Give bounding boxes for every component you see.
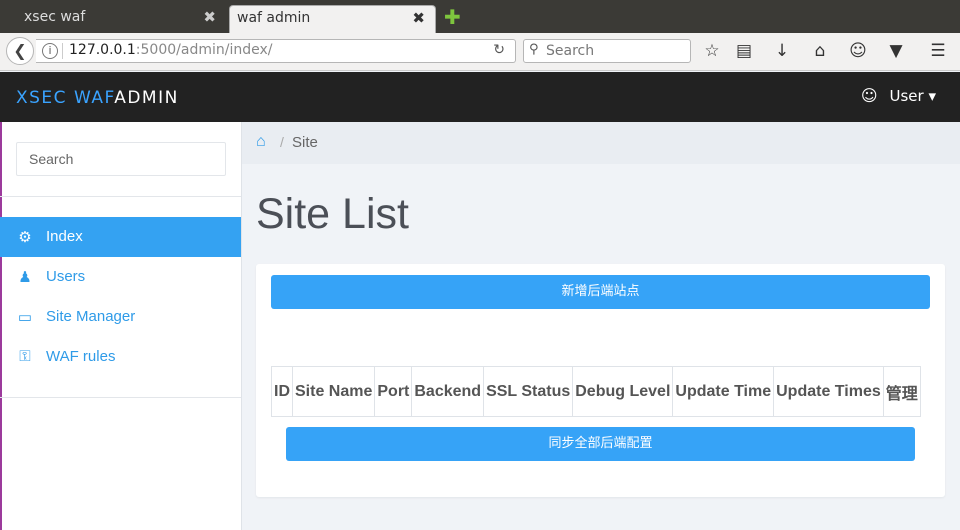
emoji-icon[interactable]: ☺ (847, 41, 869, 61)
add-backend-site-button[interactable]: 新增后端站点 (271, 275, 930, 309)
close-icon[interactable]: ✖ (412, 9, 425, 27)
breadcrumb-separator: / (280, 134, 284, 150)
url-divider (62, 43, 63, 59)
column-header-site-name[interactable]: Site Name (291, 366, 376, 417)
browser-tab-xsec-waf[interactable]: xsec waf ✖ (0, 5, 226, 33)
sidebar-item-label: Users (46, 268, 86, 285)
browser-toolbar: ❮ i 127.0.0.1:5000/admin/index/ ↻ ⚲ ☆ ▤ … (0, 33, 960, 71)
column-header-update-time[interactable]: Update Time (672, 366, 775, 417)
sidebar-item-label: Site Manager (46, 308, 136, 325)
column-header-id[interactable]: ID (271, 366, 293, 417)
user-icon: ☺ (860, 86, 878, 105)
sidebar-item-waf-rules[interactable]: ⚿ WAF rules (0, 337, 241, 377)
table-header-row: ID Site Name Port Backend SSL Status Deb… (271, 366, 921, 417)
browser-search-bar[interactable]: ⚲ (523, 39, 691, 63)
sidebar-divider (0, 397, 241, 398)
column-header-port[interactable]: Port (374, 366, 413, 417)
user-icon: ♟ (18, 269, 32, 286)
column-header-update-times[interactable]: Update Times (773, 366, 884, 417)
home-icon[interactable]: ⌂ (256, 133, 266, 151)
tab-title: waf admin (237, 10, 311, 26)
breadcrumb-current: Site (292, 134, 318, 151)
user-menu[interactable]: ☺ User ▾ (861, 86, 936, 105)
sidebar-item-label: Index (46, 228, 83, 245)
user-menu-label: User ▾ (889, 87, 937, 105)
page-title: Site List (256, 190, 409, 238)
sidebar-search-input[interactable] (16, 142, 226, 176)
new-tab-icon[interactable]: ✚ (444, 5, 461, 29)
browser-tab-waf-admin[interactable]: waf admin ✖ (229, 5, 436, 33)
url-bar[interactable]: i 127.0.0.1:5000/admin/index/ ↻ (36, 39, 516, 63)
tab-title: xsec waf (24, 9, 86, 25)
app-header: XSEC WAFADMIN ☺ User ▾ (0, 72, 960, 122)
sidebar-item-site-manager[interactable]: ▭ Site Manager (0, 297, 241, 337)
search-icon: ⚲ (529, 42, 539, 57)
breadcrumb: ⌂ / Site (242, 122, 960, 164)
brand-accent: XSEC WAF (16, 88, 115, 108)
site-table: ID Site Name Port Backend SSL Status Deb… (271, 366, 921, 417)
reading-list-icon[interactable]: ▤ (733, 41, 755, 61)
site-list-panel: 新增后端站点 ID Site Name Port Backend SSL Sta… (256, 264, 945, 497)
browser-search-input[interactable] (546, 41, 686, 61)
reload-icon[interactable]: ↻ (493, 42, 505, 58)
sidebar: ⚙ Index ♟ Users ▭ Site Manager ⚿ WAF rul… (0, 122, 242, 530)
column-header-manage[interactable]: 管理 (882, 366, 921, 417)
lock-icon: ⚿ (19, 348, 31, 365)
url-host: 127.0.0.1 (69, 42, 136, 58)
sidebar-item-label: WAF rules (46, 348, 116, 365)
brand-main: ADMIN (114, 88, 179, 108)
sidebar-divider (0, 196, 241, 197)
menu-icon[interactable]: ☰ (927, 41, 949, 61)
url-text[interactable]: 127.0.0.1:5000/admin/index/ (69, 42, 272, 58)
back-arrow-icon[interactable]: ❮ (6, 37, 34, 65)
browser-tab-strip: xsec waf ✖ waf admin ✖ ✚ (0, 0, 960, 33)
info-icon[interactable]: i (42, 43, 58, 59)
sidebar-item-users[interactable]: ♟ Users (0, 257, 241, 297)
close-icon[interactable]: ✖ (203, 8, 216, 26)
url-path: :5000/admin/index/ (135, 42, 273, 58)
pocket-icon[interactable]: ▼ (885, 41, 907, 61)
column-header-ssl-status[interactable]: SSL Status (483, 366, 574, 417)
gear-icon: ⚙ (18, 229, 32, 246)
monitor-icon: ▭ (17, 309, 33, 326)
home-icon[interactable]: ⌂ (809, 41, 831, 61)
sync-all-backends-button[interactable]: 同步全部后端配置 (286, 427, 915, 461)
column-header-backend[interactable]: Backend (411, 366, 485, 417)
star-icon[interactable]: ☆ (701, 41, 723, 61)
download-icon[interactable]: ↓ (771, 41, 793, 61)
sidebar-item-index[interactable]: ⚙ Index (0, 217, 241, 257)
column-header-debug-level[interactable]: Debug Level (572, 366, 674, 417)
brand-logo[interactable]: XSEC WAFADMIN (16, 88, 179, 108)
